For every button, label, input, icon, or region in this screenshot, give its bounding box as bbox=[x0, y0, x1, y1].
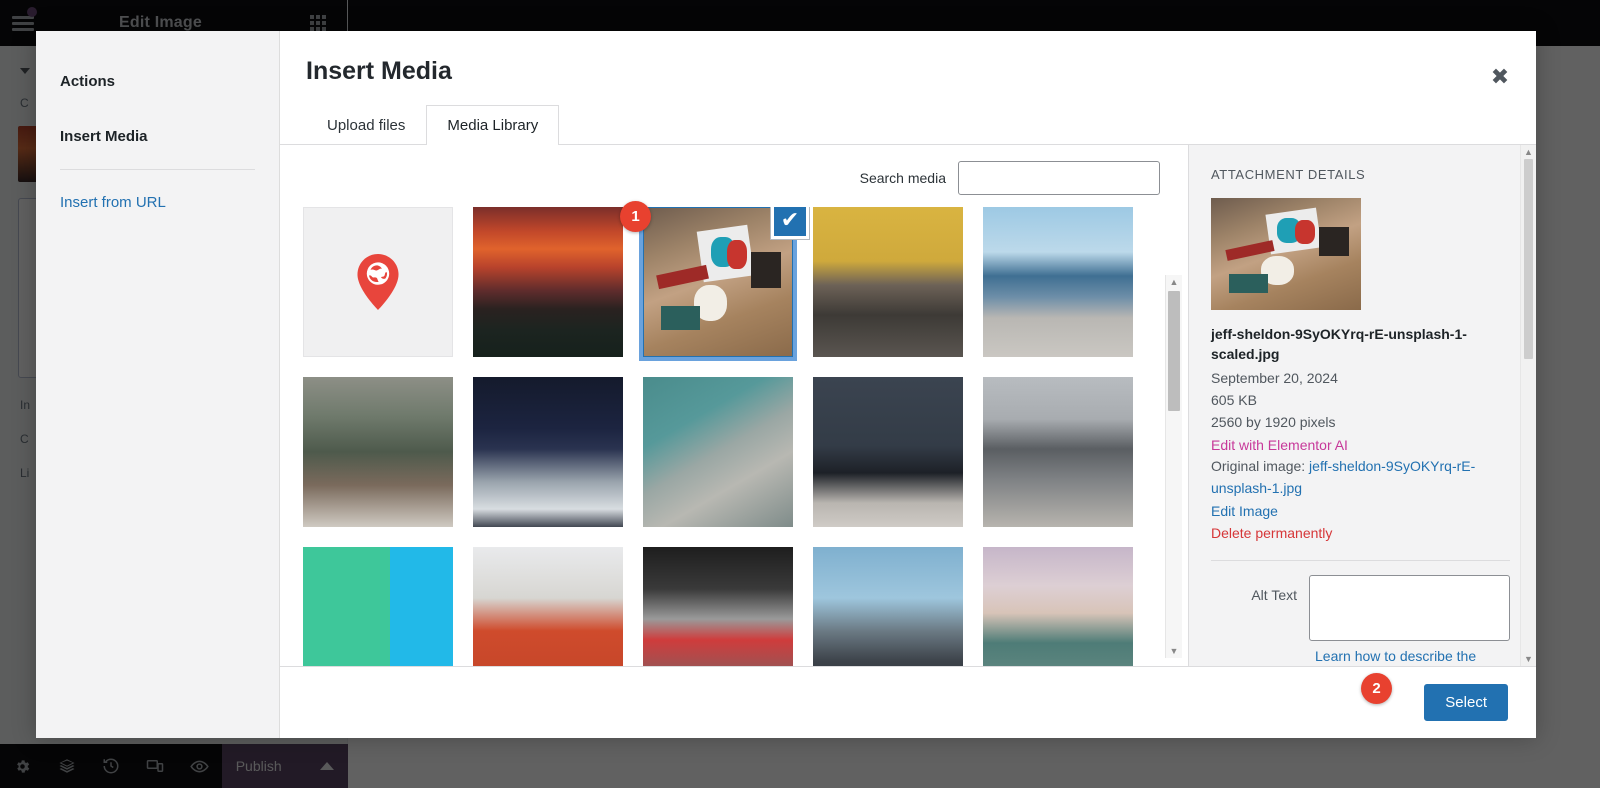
media-thumb bbox=[813, 377, 963, 527]
tab-upload-files[interactable]: Upload files bbox=[306, 105, 426, 145]
media-thumb bbox=[643, 377, 793, 527]
screen-root: Edit Image C In C Li bbox=[0, 0, 1600, 788]
media-item-placeholder-globe-pin[interactable] bbox=[303, 207, 453, 357]
step-badge-2: 2 bbox=[1361, 673, 1392, 704]
media-thumb bbox=[813, 207, 963, 357]
scrollbar-thumb[interactable] bbox=[1168, 291, 1180, 411]
alt-text-help-link[interactable]: Learn how to describe the bbox=[1211, 647, 1510, 666]
insert-media-modal: Actions Insert Media Insert from URL ✖ I… bbox=[36, 31, 1536, 738]
modal-title: Insert Media bbox=[306, 57, 452, 85]
media-item-rv-camper-night-sky[interactable] bbox=[473, 377, 623, 527]
attachment-filesize: 605 KB bbox=[1211, 391, 1257, 408]
media-thumb bbox=[813, 547, 963, 666]
media-item-old-truck-sunset[interactable] bbox=[983, 547, 1133, 666]
edit-image-link[interactable]: Edit Image bbox=[1211, 500, 1510, 522]
details-scrollbar-thumb[interactable] bbox=[1524, 159, 1533, 359]
media-thumb bbox=[303, 377, 453, 527]
media-item-electric-motorcycle-brick-wall[interactable] bbox=[813, 377, 963, 527]
media-thumb bbox=[473, 207, 623, 357]
media-item-storefront-bicycles[interactable] bbox=[303, 377, 453, 527]
media-thumb bbox=[983, 207, 1133, 357]
alt-text-input[interactable] bbox=[1309, 575, 1510, 642]
map-pin-globe-icon bbox=[357, 254, 399, 310]
alt-text-field-row: Alt Text bbox=[1211, 575, 1510, 642]
modal-tabs: Upload files Media Library bbox=[280, 104, 1536, 145]
modal-content: Search media ✔ ▲ ▼ ATTACHMENT DETAILS je… bbox=[280, 145, 1536, 666]
media-item-desk-flatlay-typography[interactable]: ✔ bbox=[639, 207, 809, 361]
media-thumb bbox=[983, 377, 1133, 527]
menu-item-insert-from-url[interactable]: Insert from URL bbox=[60, 188, 255, 217]
search-label: Search media bbox=[859, 170, 946, 186]
scroll-up-arrow-icon[interactable]: ▲ bbox=[1166, 275, 1182, 289]
media-item-vintage-teal-truck[interactable] bbox=[643, 377, 793, 527]
modal-main: ✖ Insert Media Upload files Media Librar… bbox=[280, 31, 1536, 738]
actions-heading: Actions bbox=[60, 73, 116, 90]
media-thumb bbox=[983, 547, 1133, 666]
media-thumb bbox=[473, 377, 623, 527]
media-thumb bbox=[643, 547, 793, 666]
placeholder-thumb bbox=[303, 207, 453, 357]
media-item-bicycle-street-bw[interactable] bbox=[643, 547, 793, 666]
original-image-label: Original image: bbox=[1211, 458, 1310, 475]
modal-footer: Select bbox=[280, 666, 1536, 738]
modal-side-menu: Actions Insert Media Insert from URL bbox=[36, 31, 280, 738]
menu-divider bbox=[60, 169, 255, 170]
close-icon[interactable]: ✖ bbox=[1478, 55, 1522, 99]
details-scroll-up-arrow-icon[interactable]: ▲ bbox=[1521, 145, 1536, 159]
media-item-classic-karmann-ghia-car[interactable] bbox=[983, 377, 1133, 527]
step-badge-1: 1 bbox=[620, 201, 651, 232]
attachment-date: September 20, 2024 bbox=[1211, 369, 1338, 386]
attachment-thumbnail[interactable] bbox=[1211, 198, 1361, 310]
attachment-details-panel: ATTACHMENT DETAILS jeff-sheldon-9SyOKYrq… bbox=[1188, 145, 1536, 666]
search-row: Search media bbox=[280, 145, 1188, 207]
scroll-down-arrow-icon[interactable]: ▼ bbox=[1166, 644, 1182, 658]
media-browser: Search media ✔ ▲ ▼ bbox=[280, 145, 1188, 666]
media-item-pier-bicycle-seaside[interactable] bbox=[983, 207, 1133, 357]
media-grid-wrapper: ✔ ▲ ▼ bbox=[280, 207, 1188, 666]
media-item-motorcycle-blue-sky[interactable] bbox=[813, 547, 963, 666]
tab-media-library[interactable]: Media Library bbox=[426, 105, 560, 145]
details-divider bbox=[1211, 560, 1510, 562]
media-item-nashville-mural-sign[interactable] bbox=[303, 547, 453, 666]
details-scroll-down-arrow-icon[interactable]: ▼ bbox=[1521, 652, 1536, 666]
details-scrollbar[interactable]: ▲ ▼ bbox=[1520, 145, 1536, 666]
search-input[interactable] bbox=[958, 161, 1160, 195]
menu-item-insert-media[interactable]: Insert Media bbox=[60, 122, 255, 151]
original-image-row: Original image: jeff-sheldon-9SyOKYrq-rE… bbox=[1211, 456, 1510, 499]
select-button[interactable]: Select bbox=[1424, 684, 1508, 721]
selection-checkmark-icon[interactable]: ✔ bbox=[771, 207, 809, 239]
attachment-dimensions: 2560 by 1920 pixels bbox=[1211, 414, 1336, 431]
media-item-city-skyline-sunset[interactable] bbox=[473, 207, 623, 357]
media-item-yellow-wall-bicycles[interactable] bbox=[813, 207, 963, 357]
media-item-red-trailer-winter[interactable] bbox=[473, 547, 623, 666]
alt-text-label: Alt Text bbox=[1251, 587, 1297, 604]
edit-with-elementor-ai-link[interactable]: Edit with Elementor AI bbox=[1211, 434, 1510, 456]
media-thumb bbox=[473, 547, 623, 666]
media-thumb bbox=[303, 547, 453, 666]
delete-permanently-link[interactable]: Delete permanently bbox=[1211, 522, 1510, 544]
attachment-details-heading: ATTACHMENT DETAILS bbox=[1211, 167, 1366, 182]
media-grid-scrollbar[interactable]: ▲ ▼ bbox=[1165, 275, 1182, 658]
media-grid: ✔ bbox=[296, 207, 1162, 666]
attachment-filename: jeff-sheldon-9SyOKYrq-rE-unsplash-1-scal… bbox=[1211, 326, 1467, 363]
